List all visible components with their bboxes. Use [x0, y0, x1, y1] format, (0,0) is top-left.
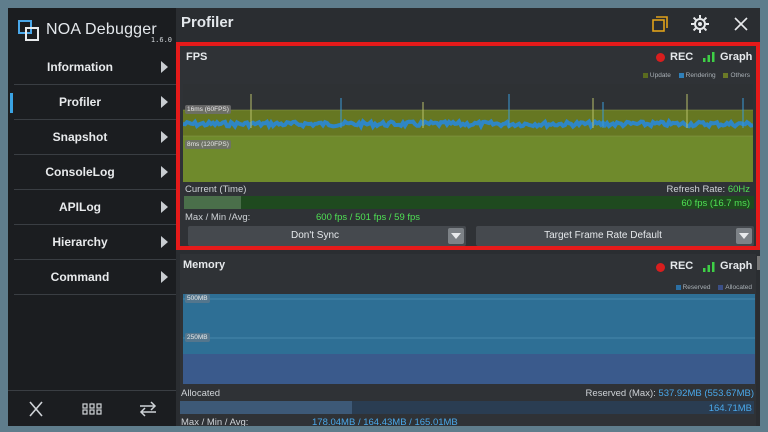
- chevron-down-icon[interactable]: [448, 228, 464, 244]
- graph-icon[interactable]: [703, 262, 715, 272]
- fps-others-area: [183, 136, 753, 182]
- sidebar-item-label: Command: [50, 270, 110, 284]
- sidebar-nav: Information Profiler Snapshot ConsoleLog…: [8, 50, 176, 295]
- rec-icon[interactable]: [656, 53, 665, 62]
- noa-logo-icon: [18, 20, 39, 41]
- scrollbar-thumb[interactable]: [757, 256, 760, 270]
- fps-panel: FPS REC Graph Update Rendering Others 16…: [176, 42, 760, 250]
- sidebar-item-label: Profiler: [58, 95, 101, 109]
- gear-icon[interactable]: [690, 14, 710, 34]
- sidebar-item-information[interactable]: Information: [14, 50, 176, 85]
- grid-icon[interactable]: [80, 399, 104, 419]
- fps-current-value: 60 fps (16.7 ms): [681, 198, 750, 209]
- noa-debugger-window: NOA Debugger 1.6.0 Information Profiler …: [8, 8, 760, 426]
- window-icon[interactable]: [650, 14, 670, 34]
- memory-tick-500mb: 500MB: [185, 294, 210, 303]
- legend-swatch-rendering: [678, 72, 684, 78]
- legend-swatch-reserved: [675, 284, 681, 290]
- memory-allocated-label: Allocated: [181, 388, 221, 399]
- swap-icon[interactable]: [136, 399, 160, 419]
- fps-current-bar: [184, 196, 754, 209]
- sidebar-item-label: Snapshot: [52, 130, 108, 144]
- fps-rendering-band: [182, 117, 754, 131]
- sidebar-item-snapshot[interactable]: Snapshot: [14, 120, 176, 155]
- chevron-down-icon[interactable]: [736, 228, 752, 244]
- memory-graph-canvas: [183, 294, 755, 384]
- sidebar: NOA Debugger 1.6.0 Information Profiler …: [8, 8, 176, 426]
- memory-current-bar: [180, 401, 754, 414]
- fps-legend: Update Rendering Others: [637, 72, 750, 79]
- fps-graph-toggle[interactable]: Graph: [720, 51, 752, 63]
- sidebar-item-hierarchy[interactable]: Hierarchy: [14, 225, 176, 260]
- page-title: Profiler: [181, 14, 234, 31]
- chevron-right-icon: [161, 271, 168, 283]
- memory-reserved-label: Reserved (Max):: [585, 388, 656, 399]
- memory-rec-button[interactable]: REC: [670, 260, 693, 272]
- legend-swatch-allocated: [718, 284, 724, 290]
- sidebar-item-label: ConsoleLog: [45, 165, 115, 179]
- chevron-right-icon: [161, 201, 168, 213]
- chevron-right-icon: [161, 61, 168, 73]
- fps-refresh-value: 60Hz: [727, 184, 750, 195]
- fps-maxminavg-value: 600 fps / 501 fps / 59 fps: [316, 212, 421, 223]
- memory-tick-250mb: 250MB: [185, 333, 210, 342]
- fps-tick-16ms: 16ms (60FPS): [185, 105, 231, 114]
- target-frame-rate-label: Target Frame Rate Default: [544, 230, 662, 241]
- app-version: 1.6.0: [150, 36, 172, 44]
- memory-reserved: Reserved (Max): 537.92MB (553.67MB): [586, 388, 754, 399]
- fps-maxminavg-label: Max / Min /Avg:: [185, 212, 251, 223]
- memory-current-value: 164.71MB: [708, 403, 752, 414]
- memory-maxminavg-label: Max / Min / Avg:: [181, 417, 249, 426]
- sidebar-item-apilog[interactable]: APILog: [14, 190, 176, 225]
- sidebar-item-profiler[interactable]: Profiler: [10, 85, 176, 120]
- close-icon[interactable]: [731, 14, 751, 34]
- fps-refresh-rate: Refresh Rate: 60Hz: [667, 184, 750, 195]
- memory-graph-toggle[interactable]: Graph: [720, 260, 752, 272]
- sidebar-item-consolelog[interactable]: ConsoleLog: [14, 155, 176, 190]
- chevron-right-icon: [161, 131, 168, 143]
- close-icon[interactable]: [24, 399, 48, 419]
- sidebar-footer: [8, 390, 176, 426]
- sync-dropdown-label: Don't Sync: [290, 230, 340, 241]
- memory-allocated-area: [183, 354, 755, 384]
- memory-reserved-value: 537.92MB (553.67MB): [658, 388, 754, 399]
- legend-label-others: Others: [730, 72, 750, 79]
- header-bar: Profiler: [176, 8, 760, 40]
- memory-legend: Reserved Allocated: [670, 284, 752, 291]
- app-title: NOA Debugger: [46, 21, 157, 38]
- memory-title: Memory: [183, 259, 226, 271]
- sync-dropdown[interactable]: Don't Sync: [188, 226, 466, 246]
- legend-swatch-update: [642, 72, 648, 78]
- chevron-right-icon: [161, 236, 168, 248]
- memory-maxminavg-value: 178.04MB / 164.43MB / 165.01MB: [312, 417, 458, 426]
- fps-refresh-label: Refresh Rate:: [666, 184, 726, 195]
- legend-label-reserved: Reserved: [682, 284, 711, 291]
- memory-graph: 500MB 250MB: [183, 294, 757, 384]
- fps-rec-button[interactable]: REC: [670, 51, 693, 63]
- fps-title: FPS: [186, 51, 208, 63]
- legend-label-update: Update: [649, 72, 671, 79]
- fps-graph-canvas: [182, 84, 754, 182]
- main-content: Profiler FPS REC Graph Update Rendering …: [176, 8, 760, 426]
- memory-panel: Memory REC Graph Reserved Allocated 500M…: [180, 254, 756, 426]
- sidebar-item-label: Information: [47, 60, 113, 74]
- sidebar-item-label: APILog: [59, 200, 101, 214]
- fps-current-bar-fill: [184, 196, 241, 209]
- legend-swatch-others: [723, 72, 729, 78]
- sidebar-item-label: Hierarchy: [52, 235, 108, 249]
- chevron-right-icon: [161, 166, 168, 178]
- rec-icon[interactable]: [656, 263, 665, 272]
- memory-current-bar-fill: [180, 401, 353, 414]
- fps-graph: 16ms (60FPS) 8ms (120FPS): [182, 84, 754, 182]
- fps-tick-8ms: 8ms (120FPS): [185, 140, 231, 149]
- sidebar-item-command[interactable]: Command: [14, 260, 176, 295]
- legend-label-allocated: Allocated: [725, 284, 752, 291]
- legend-label-rendering: Rendering: [685, 72, 716, 79]
- graph-icon[interactable]: [703, 52, 715, 62]
- target-frame-rate-dropdown[interactable]: Target Frame Rate Default: [476, 226, 754, 246]
- chevron-right-icon: [161, 96, 168, 108]
- brand: NOA Debugger 1.6.0: [16, 16, 172, 46]
- fps-current-label: Current (Time): [185, 184, 247, 195]
